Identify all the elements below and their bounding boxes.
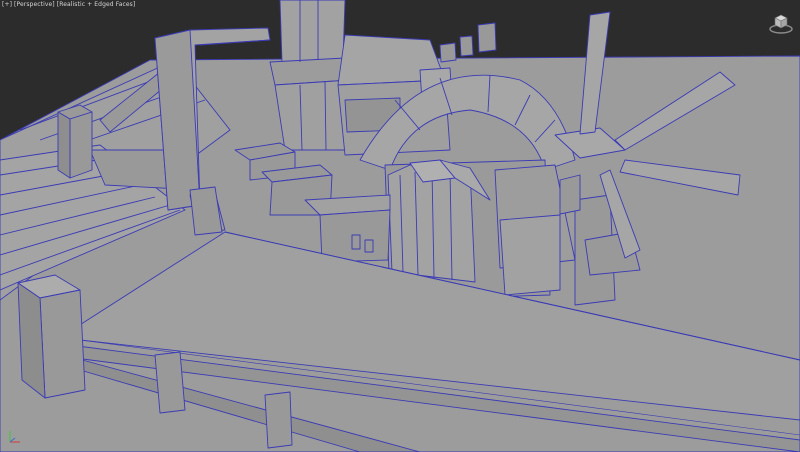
- chimney-tower: [279, 0, 346, 63]
- scene-geometry[interactable]: [0, 0, 800, 452]
- view-mode-label[interactable]: [Perspective]: [14, 1, 55, 8]
- post-front-right: [264, 391, 293, 449]
- axis-tripod-icon: [9, 431, 20, 443]
- perspective-viewport[interactable]: [+] [Perspective] [Realistic + Edged Fac…: [0, 0, 800, 452]
- post-front-mid: [154, 351, 186, 414]
- viewport-menu-button[interactable]: [+]: [2, 1, 12, 8]
- shading-mode-label[interactable]: [Realistic + Edged Faces]: [57, 1, 136, 8]
- viewcube-icon[interactable]: [768, 10, 794, 36]
- viewport-label: [+] [Perspective] [Realistic + Edged Fac…: [2, 1, 135, 8]
